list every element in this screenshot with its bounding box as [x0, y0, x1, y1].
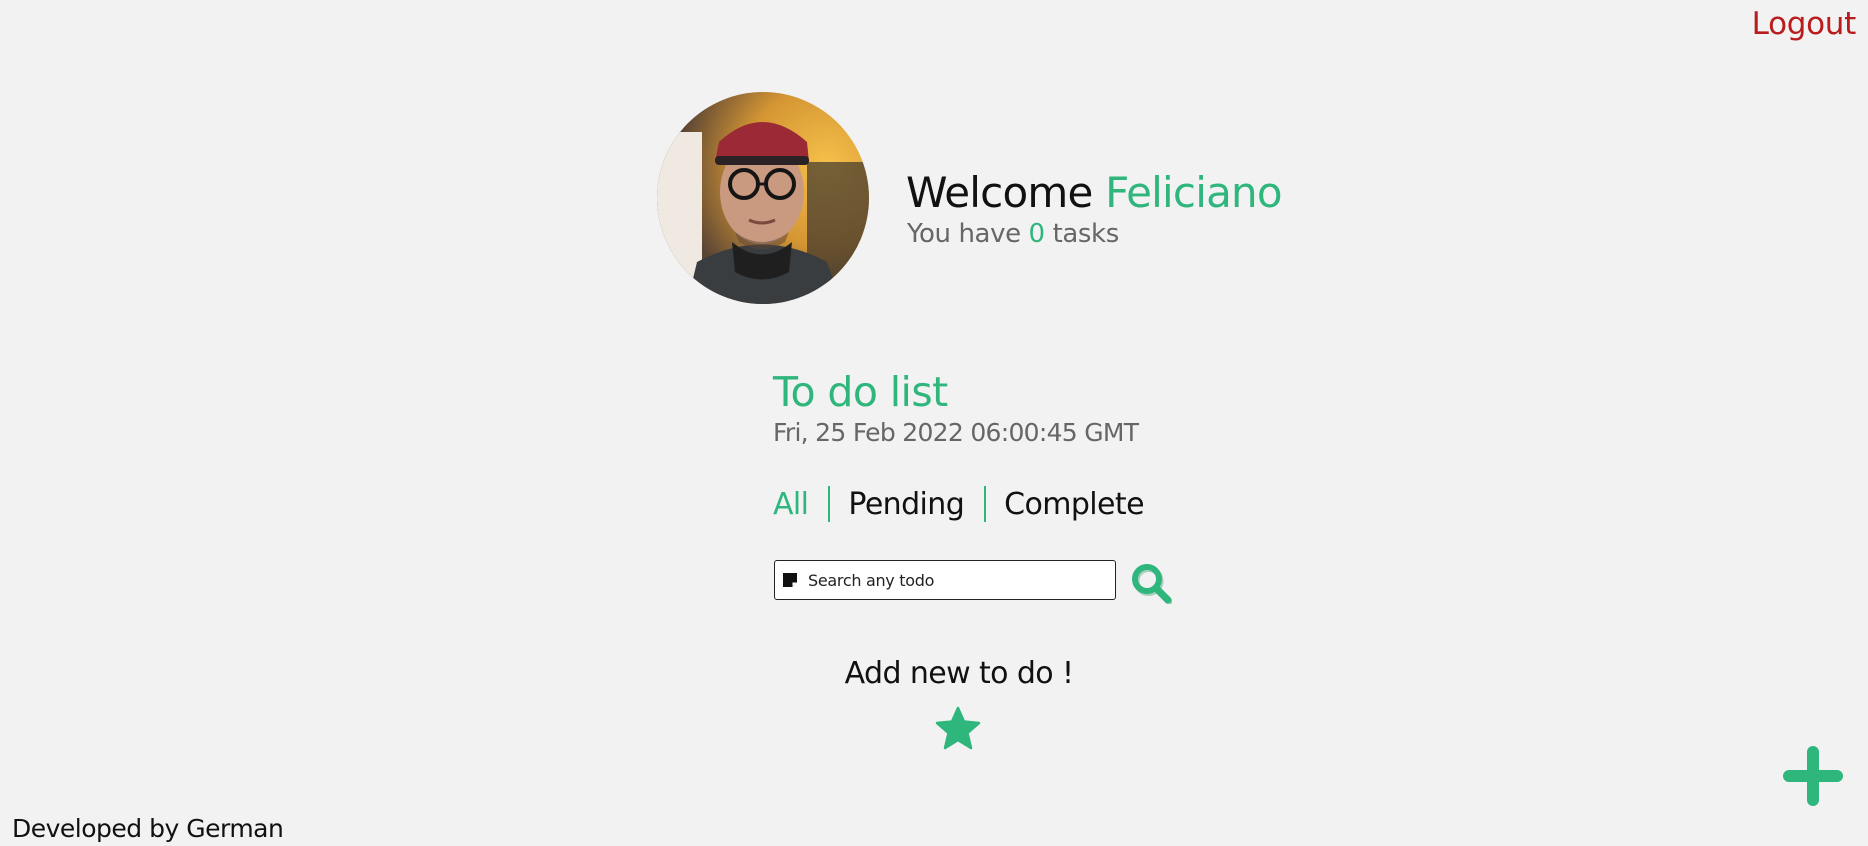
filter-complete[interactable]: Complete — [1004, 487, 1144, 522]
filter-divider — [984, 486, 987, 522]
current-date: Fri, 25 Feb 2022 06:00:45 GMT — [773, 418, 1139, 447]
filter-all[interactable]: All — [773, 487, 809, 522]
filter-divider — [828, 486, 831, 522]
filter-tabs: All Pending Complete — [773, 484, 1145, 524]
search-field — [774, 560, 1116, 600]
search-input[interactable] — [808, 570, 1098, 590]
welcome-heading: Welcome Feliciano — [906, 168, 1283, 217]
add-todo-prompt: Add new to do ! — [844, 656, 1074, 691]
avatar — [657, 92, 869, 304]
task-count: 0 — [1028, 219, 1046, 249]
todo-list-title: To do list — [773, 368, 948, 416]
tasks-prefix: You have — [907, 219, 1029, 249]
user-name: Feliciano — [1105, 168, 1282, 217]
sticky-note-icon — [783, 573, 797, 587]
logout-link[interactable]: Logout — [1752, 6, 1857, 42]
search-icon[interactable] — [1130, 562, 1172, 604]
plus-icon[interactable] — [1781, 744, 1845, 808]
welcome-prefix: Welcome — [906, 168, 1106, 217]
tasks-suffix: tasks — [1044, 219, 1120, 249]
filter-pending[interactable]: Pending — [848, 487, 964, 522]
star-icon — [935, 706, 981, 750]
footer-credit: Developed by German — [12, 814, 284, 843]
task-count-text: You have 0 tasks — [907, 219, 1119, 249]
